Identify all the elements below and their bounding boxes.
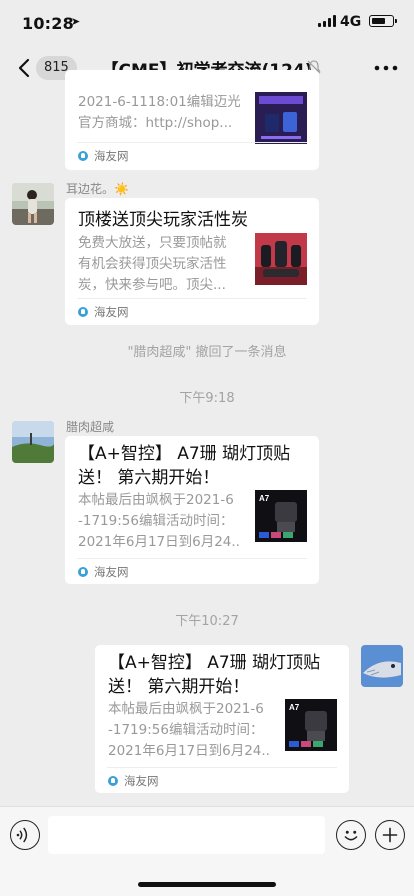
link-card-message[interactable]: 顶楼送顶尖玩家活性炭 免费大放送，只要顶帖就 有机会获得顶尖玩家活性 炭，快来参… [65, 198, 319, 325]
link-source: 海友网 [108, 773, 159, 791]
source-logo-icon [78, 151, 88, 161]
source-logo-icon [78, 567, 88, 577]
link-description: 本帖最后由飒枫于2021-6 -1719:56编辑活动时间： 2021年6月17… [108, 701, 270, 759]
more-options-icon[interactable] [372, 58, 400, 78]
link-card-message[interactable]: 2021-6-1118:01编辑迈光 官方商城：http://shop... 海… [65, 70, 319, 170]
voice-input-icon[interactable] [10, 820, 40, 850]
sender-name: 耳边花。☀️ [66, 182, 129, 196]
link-thumbnail [255, 233, 307, 285]
link-description: 2021-6-1118:01编辑迈光 官方商城：http://shop... [78, 94, 240, 131]
link-description: 免费大放送，只要顶帖就 有机会获得顶尖玩家活性 炭，快来参与吧。顶尖... [78, 235, 227, 293]
timestamp: 下午9:18 [179, 391, 235, 406]
recall-notice: "腊肉超咸" 撤回了一条消息 [127, 345, 287, 360]
plus-icon[interactable] [375, 820, 405, 850]
link-divider [77, 142, 307, 143]
link-title: 顶楼送顶尖玩家活性炭 [78, 210, 248, 230]
thumbnail-label: A7 [259, 494, 270, 503]
link-thumbnail [255, 92, 307, 144]
status-bar: 10:28 ➤ 4G [0, 0, 414, 46]
avatar[interactable] [12, 183, 54, 225]
link-source: 海友网 [78, 304, 129, 322]
link-card-message[interactable]: 【A+智控】 A7珊 瑚灯顶贴送！ 第六期开始！ 本帖最后由飒枫于2021-6 … [95, 645, 349, 793]
link-divider [77, 298, 307, 299]
link-card-message[interactable]: 【A+智控】 A7珊 瑚灯顶贴送！ 第六期开始！ 本帖最后由飒枫于2021-6 … [65, 436, 319, 584]
network-label: 4G [340, 14, 362, 30]
link-divider [107, 767, 337, 768]
link-thumbnail: A7 [255, 490, 307, 542]
link-title: 【A+智控】 A7珊 瑚灯顶贴送！ 第六期开始！ [78, 444, 291, 488]
source-logo-icon [108, 776, 118, 786]
link-title: 【A+智控】 A7珊 瑚灯顶贴送！ 第六期开始！ [108, 653, 321, 697]
avatar[interactable] [361, 645, 403, 687]
timestamp: 下午10:27 [175, 614, 239, 629]
link-description: 本帖最后由飒枫于2021-6 -1719:56编辑活动时间： 2021年6月17… [78, 492, 240, 550]
link-thumbnail: A7 [285, 699, 337, 751]
link-source: 海友网 [78, 148, 129, 166]
link-source: 海友网 [78, 564, 129, 582]
location-arrow-icon: ➤ [71, 15, 81, 28]
signal-icon [318, 15, 336, 27]
home-indicator [138, 882, 276, 887]
thumbnail-label: A7 [289, 703, 300, 712]
sender-name: 腊肉超咸 [66, 420, 115, 434]
link-divider [77, 558, 307, 559]
source-logo-icon [78, 307, 88, 317]
avatar[interactable] [12, 421, 54, 463]
message-input[interactable] [48, 816, 325, 854]
emoji-icon[interactable] [336, 820, 366, 850]
battery-icon [369, 15, 397, 27]
status-time: 10:28 [22, 14, 74, 33]
